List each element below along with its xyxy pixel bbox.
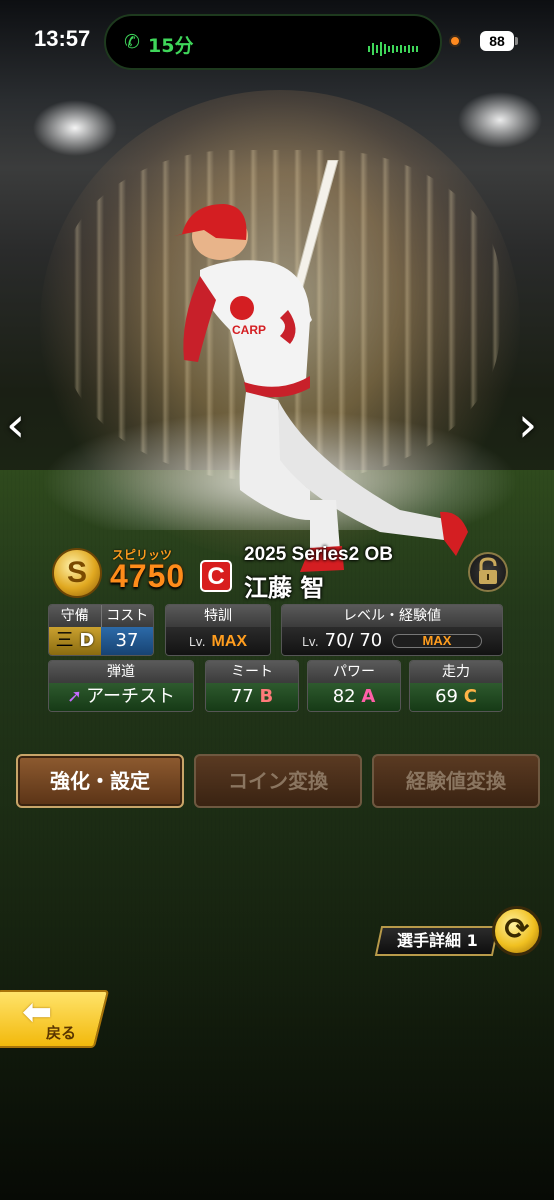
training-value: Lv. MAX bbox=[166, 627, 270, 655]
contact-grade: B bbox=[259, 686, 274, 707]
player-detail-label: 選手詳細 1 bbox=[396, 931, 478, 950]
trajectory-text: アーチスト bbox=[86, 686, 175, 707]
exp-bar: MAX bbox=[392, 633, 482, 648]
swap-icon[interactable]: ⟳ bbox=[492, 906, 542, 956]
defense-cost-body: 三 D 37 bbox=[49, 627, 153, 655]
speed-number: 69 bbox=[435, 686, 458, 707]
card-series: 2025 Series2 OB bbox=[244, 544, 393, 565]
level-lv-label: Lv. bbox=[301, 635, 319, 649]
defense-cost-box: 守備 コスト 三 D 37 bbox=[48, 604, 154, 656]
next-card-arrow[interactable]: › bbox=[518, 400, 548, 450]
svg-text:CARP: CARP bbox=[232, 323, 266, 337]
power-label: パワー bbox=[308, 661, 400, 683]
back-label: 戻る bbox=[46, 1024, 77, 1042]
contact-label: ミート bbox=[206, 661, 298, 683]
defense-position: 三 bbox=[55, 630, 74, 651]
speed-box: 走力 69 C bbox=[409, 660, 503, 712]
training-lv-label: Lv. bbox=[188, 635, 206, 649]
player-detail-button[interactable]: 選手詳細 1 bbox=[374, 926, 500, 956]
exp-max: MAX bbox=[422, 633, 452, 648]
speed-value: 69 C bbox=[410, 683, 502, 711]
level-label: レベル・経験値 bbox=[282, 605, 502, 627]
power-number: 82 bbox=[332, 686, 356, 707]
player-illustration: CARP bbox=[174, 160, 468, 572]
cost-label: コスト bbox=[100, 605, 154, 627]
spirits-value: 4750 bbox=[110, 558, 186, 594]
status-time: 13:57 bbox=[34, 26, 91, 51]
contact-box: ミート 77 B bbox=[205, 660, 299, 712]
previous-card-arrow[interactable]: ‹ bbox=[6, 400, 36, 450]
training-label: 特訓 bbox=[166, 605, 270, 627]
power-value: 82 A bbox=[308, 683, 400, 711]
battery-tip bbox=[515, 37, 518, 45]
defense-grade: D bbox=[79, 630, 95, 651]
contact-number: 77 bbox=[230, 686, 254, 707]
coin-convert-button[interactable]: コイン変換 bbox=[194, 754, 362, 808]
battery-icon: 88 bbox=[480, 31, 514, 51]
power-box: パワー 82 A bbox=[307, 660, 401, 712]
contact-value: 77 B bbox=[206, 683, 298, 711]
defense-cost-header: 守備 コスト bbox=[49, 605, 153, 627]
audio-wave-icon bbox=[368, 38, 424, 56]
status-bar: 13:57 ✆ 15分 88 bbox=[0, 0, 554, 86]
call-duration: 15分 bbox=[148, 35, 194, 57]
phone-icon: ✆ bbox=[124, 31, 140, 53]
trajectory-value: ➚ アーチスト bbox=[49, 683, 193, 711]
speed-grade: C bbox=[463, 686, 477, 707]
level-box: レベル・経験値 Lv. 70/ 70 MAX bbox=[281, 604, 503, 656]
level-number: 70/ 70 bbox=[324, 630, 383, 651]
team-logo-icon: C bbox=[200, 560, 232, 592]
enhance-settings-button[interactable]: 強化・設定 bbox=[16, 754, 184, 808]
spirits-coin-icon: S bbox=[52, 548, 102, 598]
lock-icon-glyph bbox=[479, 557, 497, 584]
lock-icon[interactable] bbox=[468, 552, 508, 592]
cost-value: 37 bbox=[101, 627, 153, 655]
speed-label: 走力 bbox=[410, 661, 502, 683]
defense-value: 三 D bbox=[49, 627, 101, 655]
training-max: MAX bbox=[211, 633, 248, 650]
power-grade: A bbox=[361, 686, 376, 707]
exp-convert-button[interactable]: 経験値変換 bbox=[372, 754, 540, 808]
trajectory-box: 弾道 ➚ アーチスト bbox=[48, 660, 194, 712]
arrow-up-right-icon: ➚ bbox=[66, 686, 83, 707]
recording-indicator-icon bbox=[449, 35, 461, 47]
player-name: 江藤 智 bbox=[244, 574, 325, 602]
defense-label: 守備 bbox=[60, 608, 89, 624]
training-box: 特訓 Lv. MAX bbox=[165, 604, 271, 656]
trajectory-label: 弾道 bbox=[49, 661, 193, 683]
level-value: Lv. 70/ 70 MAX bbox=[282, 627, 502, 655]
dynamic-island[interactable]: ✆ 15分 bbox=[104, 14, 442, 70]
